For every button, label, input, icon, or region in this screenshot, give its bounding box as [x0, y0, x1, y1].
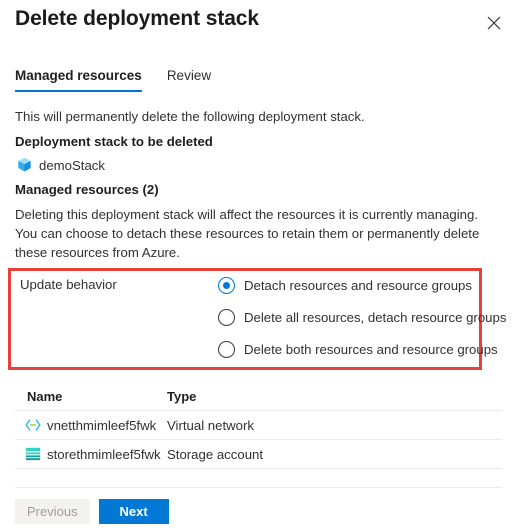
- column-header-type: Type: [167, 388, 197, 404]
- table-header-row: Name Type: [15, 382, 502, 411]
- radio-delete-both-resources-and-resource-groups[interactable]: Delete both resources and resource group…: [218, 341, 506, 358]
- close-icon: [487, 16, 501, 30]
- resource-name-cell: vnetthmimleef5fwk: [15, 418, 167, 433]
- radio-label: Delete all resources, detach resource gr…: [244, 310, 507, 325]
- panel-header: Delete deployment stack: [0, 0, 517, 46]
- resource-name-cell: storethmimleef5fwk: [15, 447, 167, 462]
- resource-type: Storage account: [167, 446, 264, 462]
- footer-actions: Previous Next: [15, 499, 169, 524]
- column-header-name: Name: [27, 388, 63, 404]
- intro-text: This will permanently delete the followi…: [15, 109, 365, 124]
- update-behavior-radio-group: Detach resources and resource groups Del…: [218, 277, 506, 358]
- radio-label: Detach resources and resource groups: [244, 278, 472, 293]
- table-row[interactable]: storethmimleef5fwk Storage account: [15, 440, 502, 469]
- resource-name: vnetthmimleef5fwk: [47, 417, 157, 433]
- table-row[interactable]: vnetthmimleef5fwk Virtual network: [15, 411, 502, 440]
- managed-resources-table: Name Type vnetthmimleef5fwk Virtual netw…: [15, 382, 502, 469]
- deployment-stack-icon: [17, 157, 32, 173]
- deployment-stack-section-label: Deployment stack to be deleted: [15, 134, 213, 149]
- radio-label: Delete both resources and resource group…: [244, 342, 498, 357]
- resource-name: storethmimleef5fwk: [47, 446, 161, 462]
- managed-resources-section-label: Managed resources (2): [15, 182, 159, 197]
- close-button[interactable]: [479, 8, 509, 38]
- storage-account-icon: [25, 447, 41, 461]
- deployment-stack-name: demoStack: [39, 157, 105, 173]
- tab-review-label: Review: [166, 68, 212, 83]
- footer-divider: [15, 487, 502, 488]
- update-behavior-label: Update behavior: [20, 277, 117, 292]
- radio-mark-icon: [218, 341, 235, 358]
- page-title: Delete deployment stack: [15, 7, 259, 30]
- resource-type: Virtual network: [167, 417, 254, 433]
- previous-button[interactable]: Previous: [15, 499, 90, 524]
- radio-mark-icon: [218, 277, 235, 294]
- deployment-stack-item[interactable]: demoStack: [17, 157, 105, 173]
- radio-detach-resources-and-resource-groups[interactable]: Detach resources and resource groups: [218, 277, 506, 294]
- radio-mark-icon: [218, 309, 235, 326]
- tab-managed-resources[interactable]: Managed resources: [15, 68, 142, 92]
- managed-resources-description: Deleting this deployment stack will affe…: [15, 207, 480, 260]
- next-button[interactable]: Next: [98, 499, 169, 524]
- radio-delete-all-resources-detach-resource-groups[interactable]: Delete all resources, detach resource gr…: [218, 309, 506, 326]
- virtual-network-icon: [25, 418, 41, 432]
- tab-managed-resources-label: Managed resources: [15, 68, 142, 83]
- tab-list: Managed resources Review: [15, 68, 211, 92]
- tab-review[interactable]: Review: [167, 68, 211, 92]
